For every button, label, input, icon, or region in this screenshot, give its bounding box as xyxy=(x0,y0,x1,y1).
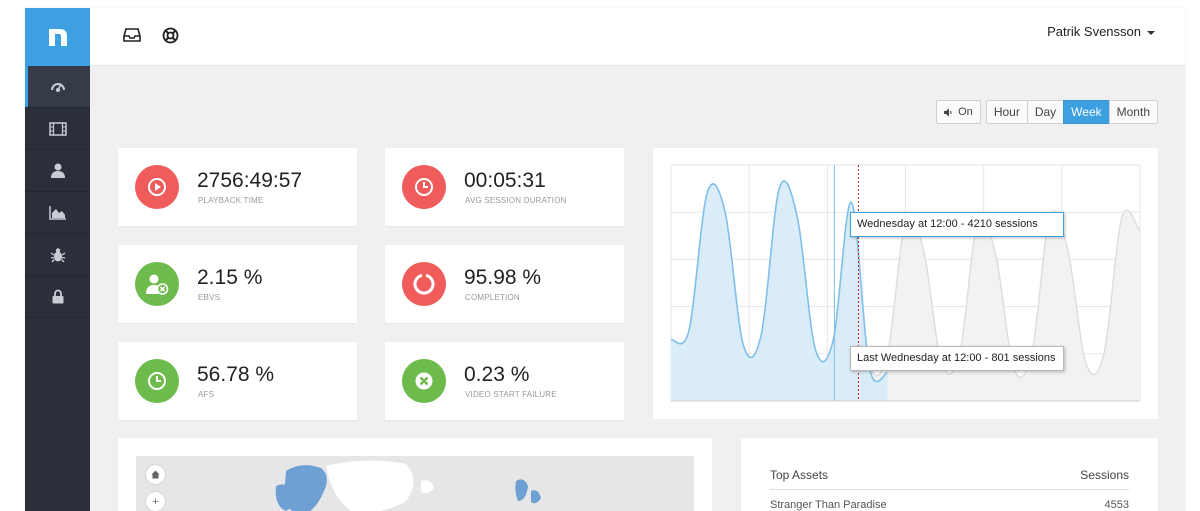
dashboard-icon xyxy=(50,82,65,92)
kpi-playback-time: 2756:49:57 PLAYBACK TIME xyxy=(118,148,357,226)
sessions-chart[interactable] xyxy=(653,148,1158,419)
world-map-shapes xyxy=(275,460,541,511)
sidebar-item-users[interactable] xyxy=(25,150,90,192)
kpi-icon-circle xyxy=(135,262,179,306)
top-bar: Patrik Svensson xyxy=(90,8,1185,66)
kpi-label: AVG SESSION DURATION xyxy=(465,196,567,205)
sidebar-item-debug[interactable] xyxy=(25,234,90,276)
kpi-icon-circle xyxy=(135,165,179,209)
user-icon xyxy=(50,163,65,178)
sidebar-item-analytics[interactable] xyxy=(25,192,90,234)
range-toolbar: On Hour Day Week Month xyxy=(936,100,1158,124)
world-map[interactable]: + xyxy=(136,456,694,511)
user-menu[interactable]: Patrik Svensson xyxy=(1047,24,1155,39)
logo-n-icon xyxy=(48,29,67,46)
kpi-afs: 56.78 % AFS xyxy=(118,342,357,420)
volume-icon xyxy=(944,108,952,116)
sound-label: On xyxy=(958,106,973,118)
kpi-ebvs: 2.15 % EBVS xyxy=(118,245,357,323)
assets-header-sessions: Sessions xyxy=(1080,468,1129,482)
kpi-icon-circle xyxy=(402,359,446,403)
range-day-button[interactable]: Day xyxy=(1026,100,1065,124)
user-name: Patrik Svensson xyxy=(1047,24,1141,39)
asset-name: Stranger Than Paradise xyxy=(770,499,887,511)
clock-icon xyxy=(148,372,166,390)
kpi-value: 56.78 % xyxy=(197,363,275,386)
kpi-label: COMPLETION xyxy=(465,293,520,302)
tooltip-last-week: Last Wednesday at 12:00 - 801 sessions xyxy=(850,346,1064,371)
lock-icon xyxy=(52,289,63,304)
kpi-value: 0.23 % xyxy=(464,363,530,386)
kpi-value: 2.15 % xyxy=(197,266,263,289)
play-icon xyxy=(148,178,166,196)
home-icon xyxy=(151,470,160,479)
kpi-label: AFS xyxy=(198,390,215,399)
range-button-group: Hour Day Week Month xyxy=(985,100,1158,124)
inbox-icon[interactable] xyxy=(122,25,142,45)
kpi-avg-session-duration: 00:05:31 AVG SESSION DURATION xyxy=(385,148,624,226)
tooltip-current-week: Wednesday at 12:00 - 4210 sessions xyxy=(850,212,1064,237)
range-month-button[interactable]: Month xyxy=(1108,100,1158,124)
map-home-button[interactable] xyxy=(146,465,165,484)
caret-down-icon xyxy=(1147,30,1155,35)
sidebar xyxy=(25,8,90,511)
assets-table-header: Top Assets Sessions xyxy=(770,468,1129,490)
kpi-value: 00:05:31 xyxy=(464,169,546,192)
kpi-value: 2756:49:57 xyxy=(197,169,303,192)
range-week-button[interactable]: Week xyxy=(1063,100,1110,124)
sessions-chart-panel: Wednesday at 12:00 - 4210 sessions Last … xyxy=(653,148,1158,419)
logo[interactable] xyxy=(25,8,90,66)
kpi-value: 95.98 % xyxy=(464,266,542,289)
table-row[interactable]: Stranger Than Paradise 4553 xyxy=(770,499,1129,511)
user-cancel-icon xyxy=(146,274,169,295)
bug-icon xyxy=(50,247,65,262)
clock-icon xyxy=(415,178,433,196)
top-assets-panel: Top Assets Sessions Stranger Than Paradi… xyxy=(741,438,1158,511)
kpi-label: EBVS xyxy=(198,293,221,302)
kpi-label: VIDEO START FAILURE xyxy=(465,390,557,399)
area-chart-icon xyxy=(48,205,66,220)
kpi-completion: 95.98 % COMPLETION xyxy=(385,245,624,323)
kpi-icon-circle xyxy=(135,359,179,403)
kpi-icon-circle xyxy=(402,262,446,306)
x-circle-icon xyxy=(415,372,433,390)
assets-header-name: Top Assets xyxy=(770,468,829,482)
kpi-video-start-failure: 0.23 % VIDEO START FAILURE xyxy=(385,342,624,420)
kpi-label: PLAYBACK TIME xyxy=(198,196,264,205)
sidebar-item-videos[interactable] xyxy=(25,108,90,150)
lifebuoy-icon[interactable] xyxy=(160,25,180,45)
asset-sessions: 4553 xyxy=(1104,499,1129,511)
map-panel: + xyxy=(118,438,712,511)
sound-toggle-button[interactable]: On xyxy=(936,100,981,124)
kpi-icon-circle xyxy=(402,165,446,209)
map-zoom-in-button[interactable]: + xyxy=(146,492,165,511)
circle-notch-icon xyxy=(413,273,435,295)
sidebar-item-dashboard[interactable] xyxy=(25,66,90,108)
film-icon xyxy=(48,121,67,136)
range-hour-button[interactable]: Hour xyxy=(985,100,1028,124)
sidebar-item-security[interactable] xyxy=(25,276,90,318)
app-window: Patrik Svensson On Hour Day Week Month 2 xyxy=(25,8,1185,511)
